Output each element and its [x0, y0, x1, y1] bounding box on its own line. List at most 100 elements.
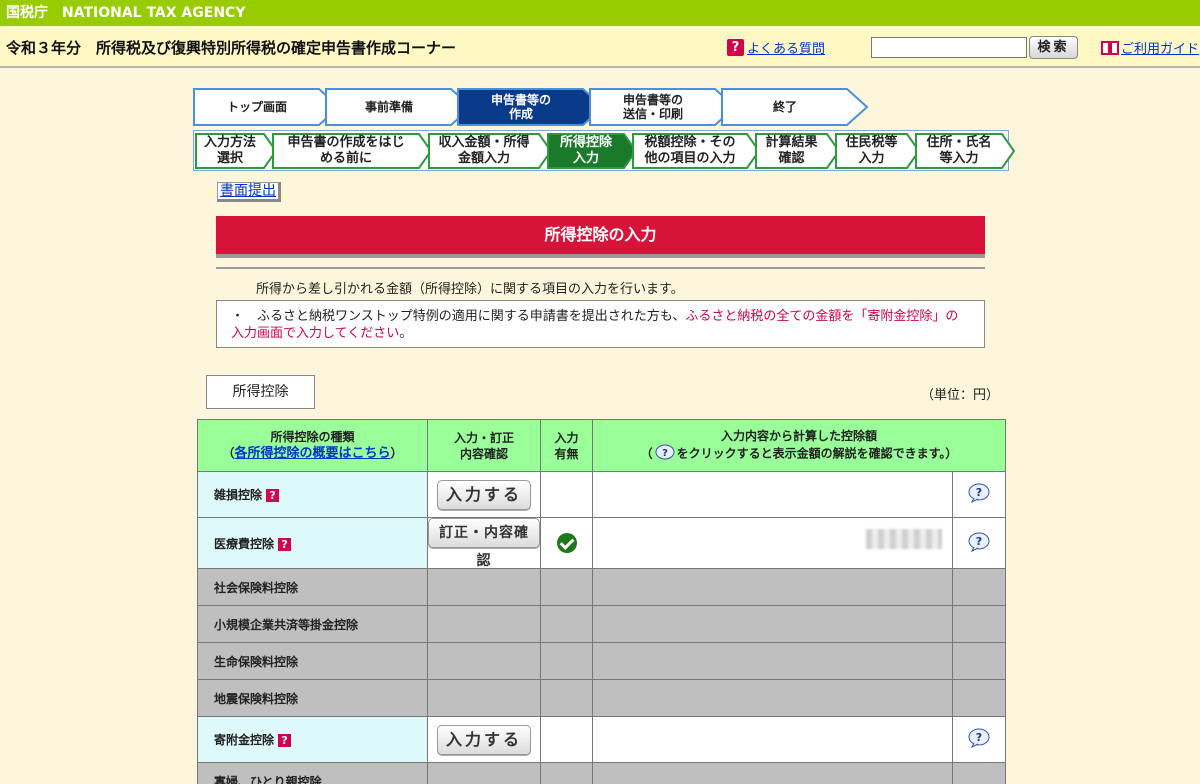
- deduction-name: 地震保険料控除: [214, 691, 299, 706]
- has-input-cell: [540, 605, 593, 643]
- intro-text: 所得から差し引かれる金額（所得控除）に関する項目の入力を行います。: [216, 267, 985, 297]
- step-label: 申告書等の 送信・印刷: [622, 93, 683, 121]
- input-button[interactable]: 入力する: [436, 724, 531, 755]
- substep-1: 入力方法 選択: [194, 133, 278, 169]
- deduction-name-cell: 雑損控除?: [197, 471, 428, 518]
- step-3: 申告書等の 作成: [457, 88, 607, 126]
- substep-label: 住民税等 入力: [845, 135, 898, 166]
- title-bar: 令和３年分 所得税及び復興特別所得税の確定申告書作成コーナー ? よくある質問 …: [0, 26, 1200, 68]
- amount-cell: [592, 605, 953, 643]
- sub-step-nav: 入力方法 選択 申告書の作成をはじ める前に 収入金額・所得 金額入力 所得控除 入力…: [193, 130, 1016, 171]
- deduction-name: 社会保険料控除: [214, 580, 299, 595]
- help-icon[interactable]: ?: [278, 537, 292, 551]
- svg-text:?: ?: [662, 448, 668, 459]
- has-input-cell: [540, 762, 593, 784]
- header-input-label: 入力・訂正 内容確認: [453, 430, 514, 461]
- check-icon: [556, 533, 577, 553]
- deduction-name-cell: 社会保険料控除: [197, 568, 428, 606]
- input-cell: 訂正・内容確認: [427, 517, 541, 569]
- header-input: 入力・訂正 内容確認: [427, 419, 541, 472]
- substep-3: 収入金額・所得 金額入力: [427, 133, 553, 169]
- amount-cell: [592, 762, 953, 784]
- substep-label: 住所・氏名 等入力: [926, 135, 992, 166]
- header-type-label: 所得控除の種類: [270, 430, 355, 444]
- header-amount-line1: 入力内容から計算した控除額: [721, 428, 878, 443]
- substep-5: 税額控除・その 他の項目の入力: [631, 133, 761, 169]
- step-1: トップ画面: [193, 88, 343, 126]
- input-button[interactable]: 入力する: [436, 479, 531, 510]
- has-input-cell: [540, 568, 593, 606]
- overview-link[interactable]: 各所得控除の概要はこちら: [234, 446, 390, 461]
- substep-label: 収入金額・所得 金額入力: [438, 135, 530, 166]
- notice-tail: 。: [399, 326, 413, 341]
- table-row: 社会保険料控除: [197, 568, 1007, 606]
- has-input-cell: [540, 642, 593, 680]
- guide-link[interactable]: ご利用ガイド: [1101, 38, 1199, 57]
- input-cell: [427, 605, 541, 643]
- header-amount: 入力内容から計算した控除額 （ ? をクリックすると表示金額の解説を確認できます…: [591, 419, 1007, 472]
- amount-cell: [592, 679, 953, 717]
- explain-cell: [951, 679, 1007, 717]
- has-input-cell: [540, 517, 593, 569]
- guide-label[interactable]: ご利用ガイド: [1121, 38, 1199, 57]
- input-cell: [427, 762, 541, 784]
- amount-cell: [592, 568, 953, 606]
- step-label: トップ画面: [226, 100, 287, 114]
- input-cell: [427, 642, 541, 680]
- explain-cell: [951, 605, 1007, 643]
- faq-label[interactable]: よくある質問: [747, 38, 825, 57]
- faq-link[interactable]: ? よくある質問: [727, 38, 825, 57]
- page-app-title: 令和３年分 所得税及び復興特別所得税の確定申告書作成コーナー: [6, 39, 457, 57]
- question-icon: ?: [727, 39, 744, 56]
- paper-submission-tab[interactable]: 書面提出: [217, 182, 281, 202]
- deduction-name: 医療費控除: [214, 536, 275, 551]
- search-button[interactable]: 検索: [1029, 36, 1078, 59]
- help-bubble-icon[interactable]: ?: [967, 532, 991, 552]
- step-label: 事前準備: [364, 100, 413, 114]
- table-row: 寡婦、ひとり親控除: [197, 762, 1007, 784]
- substep-label: 税額控除・その 他の項目の入力: [644, 135, 736, 166]
- input-cell: 入力する: [427, 471, 541, 518]
- has-input-cell: [540, 679, 593, 717]
- explain-cell: [951, 642, 1007, 680]
- blurred-amount: [866, 529, 942, 549]
- help-icon[interactable]: ?: [266, 489, 280, 502]
- svg-text:?: ?: [976, 731, 982, 744]
- deduction-name-cell: 寄附金控除?: [197, 716, 428, 763]
- notice-box: ・ ふるさと納税ワンストップ特例の適用に関する申請書を提出された方も、ふるさと納…: [216, 300, 985, 348]
- page-title: 所得控除の入力: [216, 216, 985, 258]
- help-bubble-icon[interactable]: ?: [967, 728, 991, 749]
- help-bubble-icon: ?: [653, 444, 677, 464]
- amount-cell: [592, 716, 953, 763]
- search-input[interactable]: [871, 37, 1027, 58]
- deduction-name-cell: 地震保険料控除: [197, 679, 428, 717]
- amount-cell: [592, 517, 953, 569]
- substep-label: 入力方法 選択: [203, 135, 256, 166]
- explain-cell: ?: [951, 517, 1007, 569]
- deduction-name-cell: 小規模企業共済等掛金控除: [197, 605, 428, 643]
- substep-label: 所得控除 入力: [559, 135, 612, 166]
- help-bubble-icon[interactable]: ?: [967, 483, 991, 504]
- substep-label: 申告書の作成をはじ める前に: [287, 135, 405, 166]
- table-row: 小規模企業共済等掛金控除: [197, 605, 1007, 643]
- has-input-cell: [540, 471, 593, 518]
- header-type: 所得控除の種類 （各所得控除の概要はこちら）: [197, 419, 428, 472]
- has-input-cell: [540, 716, 593, 763]
- substep-8: 住所・氏名 等入力: [914, 133, 1016, 169]
- substep-7: 住民税等 入力: [834, 133, 921, 169]
- agency-name: 国税庁 NATIONAL TAX AGENCY: [6, 5, 246, 21]
- deduction-name: 小規模企業共済等掛金控除: [214, 617, 359, 632]
- table-row: 生命保険料控除: [197, 642, 1007, 680]
- substep-6: 計算結果 確認: [754, 133, 841, 169]
- book-icon: [1101, 40, 1119, 56]
- help-icon[interactable]: ?: [278, 734, 292, 747]
- table-row: 寄附金控除? 入力する?: [197, 716, 1007, 763]
- header-has-input: 入力 有無: [540, 419, 593, 472]
- svg-text:?: ?: [976, 535, 982, 548]
- input-button[interactable]: 訂正・内容確認: [428, 518, 540, 569]
- explain-cell: [951, 762, 1007, 784]
- notice-bullet: ・ ふるさと納税ワンストップ特例の適用に関する申請書を提出された方も、: [231, 309, 686, 324]
- deduction-name-cell: 寡婦、ひとり親控除: [197, 762, 428, 784]
- svg-text:?: ?: [976, 486, 982, 499]
- deduction-name-cell: 医療費控除?: [197, 517, 428, 569]
